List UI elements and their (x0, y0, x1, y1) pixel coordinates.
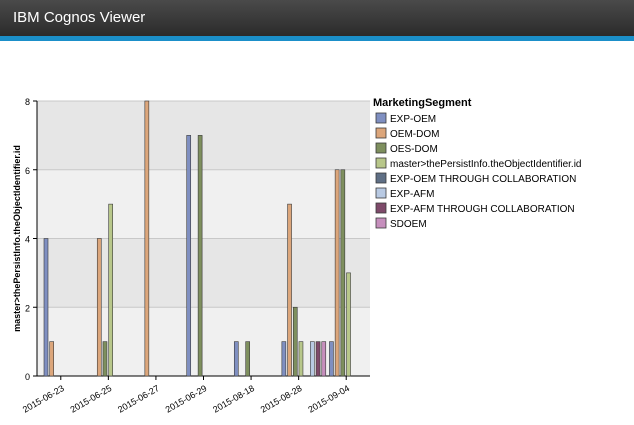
y-tick-label: 8 (25, 97, 30, 107)
y-tick-label: 2 (25, 303, 30, 313)
legend-label: OES-DOM (390, 144, 438, 155)
plot-band (37, 169, 370, 239)
bar (315, 341, 321, 377)
legend-swatch (375, 187, 387, 199)
bar (102, 341, 108, 377)
bar (197, 135, 203, 377)
bar (108, 203, 113, 377)
legend-swatch (375, 142, 387, 154)
bar (334, 169, 340, 377)
bar (340, 169, 346, 377)
bar (298, 341, 304, 377)
x-tick-label: 2015-06-25 (68, 383, 113, 415)
legend-title: MarketingSegment (373, 97, 472, 109)
bar (43, 238, 49, 377)
bar (96, 238, 102, 377)
legend-swatch (375, 112, 387, 124)
legend-label: OEM-DOM (390, 129, 439, 140)
bar (329, 341, 334, 377)
plot-band (37, 238, 370, 308)
bar (186, 135, 192, 377)
bar (281, 341, 287, 377)
bar (321, 341, 327, 377)
bar (49, 341, 55, 377)
legend-label: EXP-AFM (390, 189, 434, 200)
legend-label: master>thePersistInfo.theObjectIdentifie… (390, 159, 582, 170)
x-tick-label: 2015-06-27 (116, 383, 161, 415)
legend-label: SDOEM (390, 219, 427, 230)
y-axis-label: master>thePersistInfo.theObjectIdentifie… (12, 145, 22, 332)
legend-swatch (375, 172, 387, 184)
legend-label: EXP-AFM THROUGH COLLABORATION (390, 204, 575, 215)
bar (346, 272, 351, 377)
legend-swatch (375, 157, 387, 169)
y-tick-label: 0 (25, 372, 30, 382)
bar (144, 100, 150, 377)
y-tick-label: 6 (25, 166, 30, 176)
x-tick-label: 2015-08-18 (211, 383, 256, 415)
window-title: IBM Cognos Viewer (13, 9, 146, 26)
legend-label: EXP-OEM (390, 114, 436, 125)
bar (292, 306, 298, 377)
plot-band (37, 101, 370, 170)
legend-swatch (375, 217, 387, 229)
bar (287, 203, 292, 377)
y-tick-label: 4 (25, 235, 30, 245)
legend-swatch (375, 202, 387, 214)
bar (310, 341, 315, 377)
legend-swatch (375, 127, 387, 139)
x-tick-label: 2015-06-29 (164, 383, 209, 415)
title-bar: IBM Cognos Viewer (0, 0, 634, 36)
x-tick-label: 2015-08-28 (259, 383, 304, 415)
bar (233, 341, 239, 377)
x-tick-label: 2015-06-23 (21, 383, 66, 415)
bar (245, 341, 250, 377)
x-tick-label: 2015-09-04 (306, 383, 351, 415)
bar-chart: 024682015-06-23 2015-06-25 2015-06-27 2015-… (12, 97, 582, 415)
legend-label: EXP-OEM THROUGH COLLABORATION (390, 174, 576, 185)
